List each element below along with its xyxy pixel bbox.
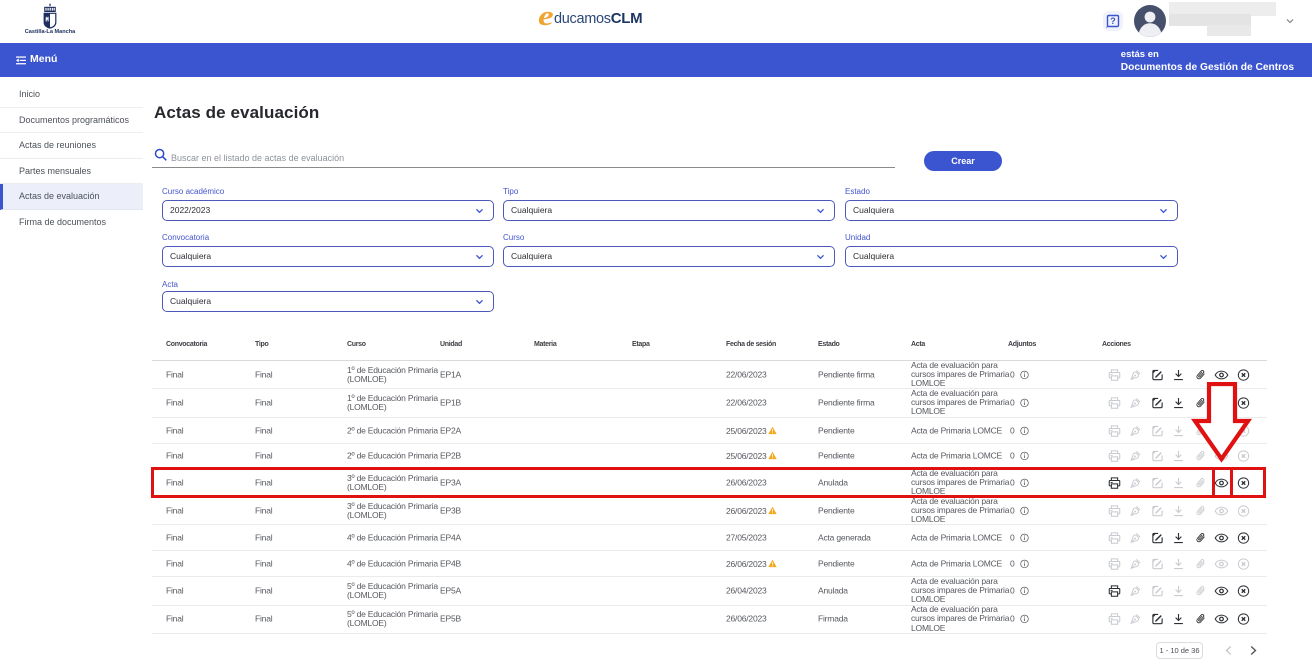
- svg-text:?: ?: [1110, 16, 1116, 26]
